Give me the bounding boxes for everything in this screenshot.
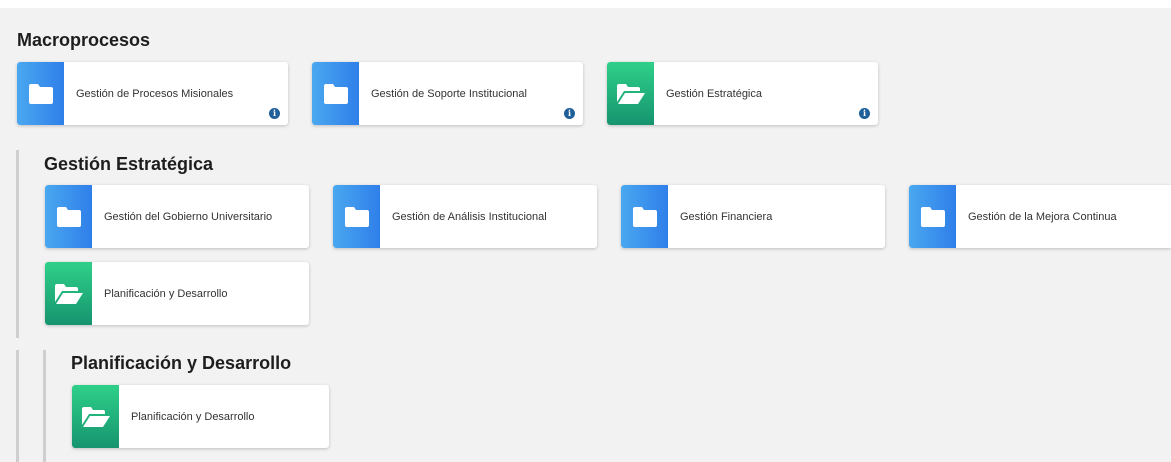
card-gestion-estrategica[interactable]: Gestión Estratégica i <box>607 62 878 125</box>
card-planificacion-desarrollo-leaf[interactable]: Planificación y Desarrollo <box>72 385 329 448</box>
folder-icon <box>909 185 956 248</box>
info-icon[interactable]: i <box>859 108 870 119</box>
info-icon[interactable]: i <box>564 108 575 119</box>
folder-icon <box>312 62 359 125</box>
card-label: Gestión de Soporte Institucional <box>371 87 527 100</box>
card-gestion-procesos-misionales[interactable]: Gestión de Procesos Misionales i <box>17 62 288 125</box>
hierarchy-line <box>43 350 46 462</box>
folder-icon <box>45 185 92 248</box>
hierarchy-line <box>16 350 19 462</box>
card-label: Gestión de Análisis Institucional <box>392 210 547 223</box>
folder-open-icon <box>45 262 92 325</box>
folder-icon <box>17 62 64 125</box>
card-planificacion-desarrollo[interactable]: Planificación y Desarrollo <box>45 262 309 325</box>
card-label: Planificación y Desarrollo <box>104 287 228 300</box>
card-gestion-soporte-institucional[interactable]: Gestión de Soporte Institucional i <box>312 62 583 125</box>
card-gestion-mejora-continua[interactable]: Gestión de la Mejora Continua <box>909 185 1171 248</box>
macroprocesos-title: Macroprocesos <box>17 30 151 50</box>
gestion-estrategica-title: Gestión Estratégica <box>44 154 214 174</box>
card-gestion-gobierno-universitario[interactable]: Gestión del Gobierno Universitario <box>45 185 309 248</box>
hierarchy-line <box>16 150 19 338</box>
card-gestion-analisis-institucional[interactable]: Gestión de Análisis Institucional <box>333 185 597 248</box>
content-area: Macroprocesos Gestión de Procesos Mision… <box>0 8 1171 462</box>
card-label: Planificación y Desarrollo <box>131 410 255 423</box>
card-gestion-financiera[interactable]: Gestión Financiera <box>621 185 885 248</box>
planificacion-title: Planificación y Desarrollo <box>71 353 292 373</box>
folder-icon <box>333 185 380 248</box>
card-label: Gestión del Gobierno Universitario <box>104 210 273 223</box>
folder-open-icon <box>72 385 119 448</box>
card-label: Gestión de la Mejora Continua <box>968 210 1117 223</box>
folder-open-icon <box>607 62 654 125</box>
folder-icon <box>621 185 668 248</box>
card-label: Gestión de Procesos Misionales <box>76 87 234 100</box>
card-label: Gestión Estratégica <box>666 87 762 100</box>
card-label: Gestión Financiera <box>680 210 773 223</box>
info-icon[interactable]: i <box>269 108 280 119</box>
